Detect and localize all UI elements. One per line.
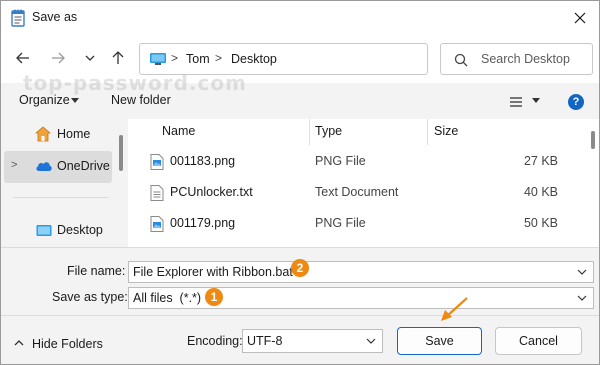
arrow-left-icon bbox=[16, 52, 29, 64]
address-segment-tom[interactable]: Tom bbox=[186, 52, 210, 66]
column-header-type[interactable]: Type bbox=[315, 124, 342, 138]
step-badge-1: 1 bbox=[205, 288, 223, 306]
nav-item-label: OneDrive bbox=[57, 159, 110, 173]
save-as-type-label: Save as type: bbox=[52, 290, 128, 304]
image-file-icon bbox=[150, 216, 164, 235]
close-icon bbox=[574, 12, 586, 24]
organize-button[interactable]: Organize bbox=[19, 93, 70, 107]
panel-divider bbox=[1, 315, 599, 316]
expand-chevron-icon[interactable]: > bbox=[11, 159, 17, 171]
nav-divider bbox=[13, 197, 108, 198]
file-row[interactable]: 001183.png PNG File 27 KB bbox=[140, 147, 580, 177]
save-options-panel: File name: File Explorer with Ribbon.bat… bbox=[1, 247, 599, 364]
encoding-label: Encoding: bbox=[187, 334, 243, 348]
this-pc-icon bbox=[149, 52, 167, 69]
save-as-type-select[interactable]: All files (*.*) bbox=[128, 287, 594, 309]
encoding-value: UTF-8 bbox=[247, 334, 283, 348]
file-size: 40 KB bbox=[523, 185, 558, 199]
arrow-up-icon bbox=[112, 51, 124, 64]
file-type: Text Document bbox=[315, 185, 399, 199]
address-separator: > bbox=[171, 51, 179, 65]
new-folder-button[interactable]: New folder bbox=[111, 93, 171, 107]
column-divider[interactable] bbox=[309, 119, 310, 145]
column-header-name[interactable]: Name bbox=[162, 124, 195, 138]
help-icon[interactable]: ? bbox=[568, 94, 584, 110]
search-icon bbox=[454, 53, 468, 70]
cancel-button[interactable]: Cancel bbox=[495, 327, 582, 355]
arrow-right-icon bbox=[52, 52, 65, 64]
cloud-icon bbox=[35, 160, 53, 175]
file-name-value: File Explorer with Ribbon.bat bbox=[133, 265, 293, 279]
chevron-down-icon bbox=[71, 98, 79, 103]
file-name-label: File name: bbox=[67, 264, 126, 278]
chevron-down-icon[interactable] bbox=[577, 269, 587, 276]
up-button[interactable] bbox=[109, 49, 127, 67]
window-title: Save as bbox=[32, 10, 78, 24]
column-header-size[interactable]: Size bbox=[434, 124, 458, 138]
nav-item-label: Home bbox=[57, 127, 91, 141]
nav-item-onedrive[interactable]: > OneDrive bbox=[4, 151, 112, 183]
search-box[interactable]: Search Desktop bbox=[440, 43, 593, 75]
forward-button[interactable] bbox=[49, 49, 67, 67]
chevron-down-icon bbox=[85, 55, 95, 61]
nav-item-home[interactable]: Home bbox=[1, 119, 119, 151]
file-list: Name Type Size 001183.png PNG File 27 KB bbox=[128, 119, 599, 247]
address-separator: > bbox=[215, 51, 223, 65]
address-segment-desktop[interactable]: Desktop bbox=[231, 52, 277, 66]
home-icon bbox=[34, 126, 52, 145]
file-type: PNG File bbox=[315, 216, 366, 230]
save-button[interactable]: Save bbox=[397, 327, 482, 355]
file-size: 50 KB bbox=[523, 216, 558, 230]
nav-item-desktop[interactable]: Desktop bbox=[1, 215, 119, 247]
back-button[interactable] bbox=[14, 49, 32, 67]
watermark: top-password.com bbox=[23, 71, 247, 95]
save-as-dialog: Save as > Tom > Desktop Search Desktop O… bbox=[0, 0, 600, 365]
column-divider[interactable] bbox=[427, 119, 428, 145]
search-input[interactable]: Search Desktop bbox=[481, 52, 570, 66]
title-bar: Save as bbox=[1, 1, 599, 35]
step-badge-2: 2 bbox=[291, 259, 309, 277]
nav-pane-scrollbar[interactable] bbox=[119, 135, 123, 171]
notepad-icon bbox=[11, 9, 25, 27]
save-as-type-value: All files (*.*) bbox=[133, 291, 202, 305]
file-size: 27 KB bbox=[523, 154, 558, 168]
pointer-arrow-icon bbox=[441, 297, 468, 321]
text-file-icon bbox=[150, 185, 164, 204]
chevron-down-icon[interactable] bbox=[532, 98, 540, 104]
file-row[interactable]: PCUnlocker.txt Text Document 40 KB bbox=[140, 178, 580, 208]
file-type: PNG File bbox=[315, 154, 366, 168]
desktop-icon bbox=[36, 224, 52, 241]
file-name: 001183.png bbox=[170, 154, 236, 168]
file-name: 001179.png bbox=[170, 216, 236, 230]
encoding-select[interactable]: UTF-8 bbox=[242, 329, 383, 353]
file-name-field[interactable]: File Explorer with Ribbon.bat bbox=[128, 261, 594, 283]
chevron-down-icon[interactable] bbox=[577, 295, 587, 302]
chevron-up-icon bbox=[14, 340, 24, 346]
chevron-down-icon[interactable] bbox=[366, 338, 376, 345]
file-list-scrollbar[interactable] bbox=[591, 131, 595, 149]
nav-item-label: Desktop bbox=[57, 223, 103, 237]
file-row[interactable]: 001179.png PNG File 50 KB bbox=[140, 209, 580, 239]
hide-folders-label: Hide Folders bbox=[32, 337, 103, 351]
navigation-pane: Home > OneDrive Desktop bbox=[1, 119, 128, 247]
close-button[interactable] bbox=[565, 3, 595, 33]
image-file-icon bbox=[150, 154, 164, 173]
recent-locations-button[interactable] bbox=[81, 49, 99, 67]
view-options-icon[interactable] bbox=[509, 96, 523, 111]
file-name: PCUnlocker.txt bbox=[170, 185, 253, 199]
